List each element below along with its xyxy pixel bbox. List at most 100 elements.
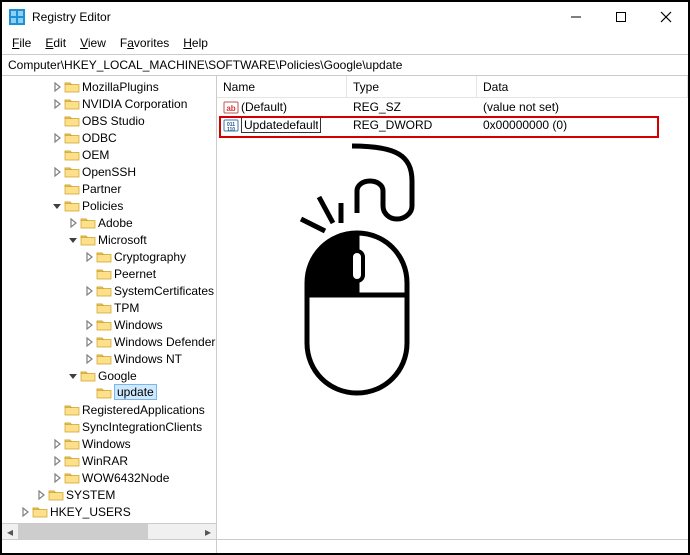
tree-item-label: TPM [114, 301, 139, 315]
folder-icon [48, 488, 64, 502]
menu-file[interactable]: File [6, 34, 37, 52]
tree-item[interactable]: ODBC [2, 129, 216, 146]
address-input[interactable] [6, 57, 684, 73]
folder-icon [64, 182, 80, 196]
tree-item[interactable]: OpenSSH [2, 163, 216, 180]
folder-icon [80, 369, 96, 383]
expand-icon[interactable] [82, 252, 96, 262]
tree-item[interactable]: MozillaPlugins [2, 78, 216, 95]
minimize-button[interactable] [553, 2, 598, 32]
tree-item-label: OBS Studio [82, 114, 145, 128]
tree-item-label: HKEY_USERS [50, 505, 131, 519]
svg-text:110: 110 [227, 127, 235, 133]
tree-item-label: WinRAR [82, 454, 128, 468]
expand-icon[interactable] [66, 218, 80, 228]
scroll-thumb[interactable] [18, 524, 148, 539]
tree-item-label: OpenSSH [82, 165, 136, 179]
value-type: REG_SZ [347, 100, 477, 114]
tree-item[interactable]: WOW6432Node [2, 469, 216, 486]
expand-collapse-icon[interactable] [50, 201, 64, 211]
expand-icon[interactable] [50, 456, 64, 466]
folder-icon [80, 216, 96, 230]
expand-icon[interactable] [50, 167, 64, 177]
tree-item-label: Peernet [114, 267, 156, 281]
tree-item-label: OEM [82, 148, 109, 162]
registry-editor-window: Registry Editor File Edit View Favorites… [0, 0, 690, 555]
menu-view[interactable]: View [74, 34, 112, 52]
tree-item[interactable]: Google [2, 367, 216, 384]
value-name-edit[interactable] [241, 117, 321, 133]
value-row[interactable]: 011110REG_DWORD0x00000000 (0) [217, 116, 688, 134]
tree-item-label: Windows NT [114, 352, 182, 366]
folder-icon [96, 284, 112, 298]
folder-icon [64, 165, 80, 179]
tree-item[interactable]: Peernet [2, 265, 216, 282]
tree-item[interactable]: Policies [2, 197, 216, 214]
tree-item[interactable]: SYSTEM [2, 486, 216, 503]
folder-icon [96, 301, 112, 315]
tree-item[interactable]: HKEY_USERS [2, 503, 216, 520]
address-bar[interactable] [2, 54, 688, 76]
tree-item[interactable]: Windows Defender [2, 333, 216, 350]
tree-item-label: Partner [82, 182, 121, 196]
expand-icon[interactable] [82, 320, 96, 330]
value-row[interactable]: ab(Default)REG_SZ(value not set) [217, 98, 688, 116]
tree-item-label: Adobe [98, 216, 133, 230]
expand-icon[interactable] [34, 490, 48, 500]
expand-icon[interactable] [50, 439, 64, 449]
folder-icon [64, 437, 80, 451]
menu-edit[interactable]: Edit [39, 34, 72, 52]
tree-item-label: Google [98, 369, 137, 383]
folder-icon [96, 318, 112, 332]
tree-item[interactable]: Windows [2, 316, 216, 333]
list-view[interactable]: Name Type Data ab(Default)REG_SZ(value n… [217, 76, 688, 539]
expand-icon[interactable] [82, 337, 96, 347]
folder-icon [96, 250, 112, 264]
folder-icon [96, 386, 112, 400]
tree-item[interactable]: RegisteredApplications [2, 401, 216, 418]
tree-item[interactable]: Cryptography [2, 248, 216, 265]
folder-icon [32, 505, 48, 519]
menu-help[interactable]: Help [177, 34, 214, 52]
expand-icon[interactable] [50, 99, 64, 109]
expand-icon[interactable] [82, 286, 96, 296]
expand-icon[interactable] [50, 133, 64, 143]
tree-item[interactable]: WinRAR [2, 452, 216, 469]
tree-view[interactable]: MozillaPluginsNVIDIA Corporation OBS Stud… [2, 76, 217, 539]
scroll-right-arrow[interactable]: ▸ [200, 524, 216, 539]
tree-item[interactable]: Partner [2, 180, 216, 197]
mouse-click-illustration [257, 141, 447, 404]
tree-item[interactable]: SyncIntegrationClients [2, 418, 216, 435]
close-button[interactable] [643, 2, 688, 32]
tree-item[interactable]: Windows [2, 435, 216, 452]
folder-icon [96, 267, 112, 281]
folder-icon [64, 114, 80, 128]
tree-item[interactable]: Microsoft [2, 231, 216, 248]
folder-icon [64, 403, 80, 417]
column-header-type[interactable]: Type [347, 76, 477, 97]
menu-favorites[interactable]: Favorites [114, 34, 175, 52]
expand-icon[interactable] [18, 507, 32, 517]
titlebar[interactable]: Registry Editor [2, 2, 688, 32]
app-icon [8, 8, 26, 26]
expand-icon[interactable] [50, 82, 64, 92]
expand-collapse-icon[interactable] [66, 371, 80, 381]
tree-item[interactable]: TPM [2, 299, 216, 316]
tree-item-label: RegisteredApplications [82, 403, 205, 417]
scroll-left-arrow[interactable]: ◂ [2, 524, 18, 539]
tree-item[interactable]: SystemCertificates [2, 282, 216, 299]
tree-item[interactable]: Windows NT [2, 350, 216, 367]
tree-item[interactable]: Adobe [2, 214, 216, 231]
folder-icon [64, 471, 80, 485]
maximize-button[interactable] [598, 2, 643, 32]
tree-item[interactable]: OBS Studio [2, 112, 216, 129]
tree-item[interactable]: update [2, 384, 216, 401]
dword-value-icon: 011110 [223, 117, 239, 133]
column-header-data[interactable]: Data [477, 76, 688, 97]
tree-item[interactable]: OEM [2, 146, 216, 163]
column-header-name[interactable]: Name [217, 76, 347, 97]
expand-icon[interactable] [82, 354, 96, 364]
tree-item[interactable]: NVIDIA Corporation [2, 95, 216, 112]
expand-icon[interactable] [50, 473, 64, 483]
expand-collapse-icon[interactable] [66, 235, 80, 245]
